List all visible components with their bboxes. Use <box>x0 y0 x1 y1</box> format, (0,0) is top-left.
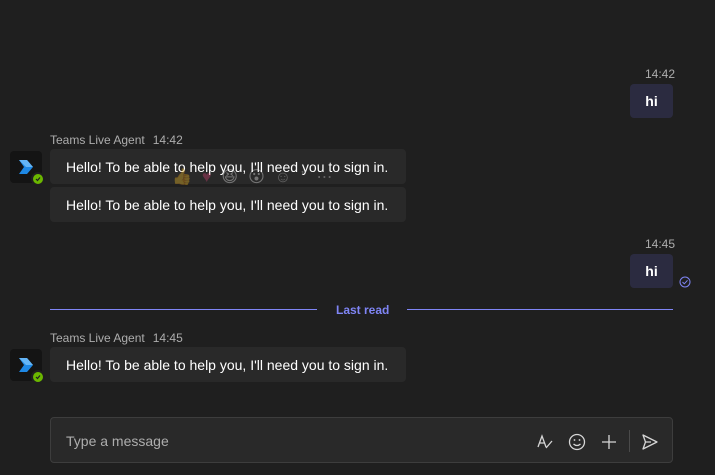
surprised-icon[interactable]: 😮 <box>248 168 265 188</box>
emoji-button[interactable] <box>567 432 587 452</box>
bot-avatar[interactable] <box>10 349 45 384</box>
add-reaction-icon[interactable]: ☺ <box>275 168 291 188</box>
presence-available-icon <box>31 172 45 186</box>
send-button[interactable] <box>640 432 660 452</box>
read-receipt-icon <box>679 275 691 293</box>
last-read-label: Last read <box>336 303 390 317</box>
plus-icon <box>602 435 616 449</box>
like-icon[interactable]: 👍 <box>172 168 192 188</box>
last-read-divider <box>407 309 673 310</box>
bot-avatar[interactable] <box>10 151 45 186</box>
format-text-icon <box>537 434 553 449</box>
message-timestamp: 14:42 <box>645 67 676 81</box>
message-timestamp: 14:45 <box>152 331 183 345</box>
heart-icon[interactable]: ♥ <box>202 168 212 188</box>
outgoing-message-bubble[interactable]: hi <box>630 254 673 288</box>
send-icon <box>642 434 658 450</box>
sender-name: Teams Live Agent <box>50 331 145 345</box>
laugh-icon[interactable]: 😆 <box>221 168 238 188</box>
format-button[interactable] <box>535 432 555 452</box>
last-read-divider <box>50 309 317 310</box>
message-timestamp: 14:45 <box>645 237 676 251</box>
message-sender-meta: Teams Live Agent 14:45 <box>50 331 183 345</box>
quote-icon[interactable]: ” <box>301 168 306 188</box>
incoming-message-bubble[interactable]: Hello! To be able to help you, I'll need… <box>50 187 406 222</box>
attach-button[interactable] <box>599 432 619 452</box>
message-sender-meta: Teams Live Agent 14:42 <box>50 133 183 147</box>
sender-name: Teams Live Agent <box>50 133 145 147</box>
incoming-message-bubble[interactable]: Hello! To be able to help you, I'll need… <box>50 347 406 382</box>
message-composer <box>50 417 673 463</box>
message-input[interactable] <box>64 431 508 451</box>
message-timestamp: 14:42 <box>152 133 183 147</box>
outgoing-message-bubble[interactable]: hi <box>630 84 673 118</box>
composer-divider <box>629 430 630 452</box>
reaction-bar: 👍 ♥ 😆 😮 ☺ ” ⋯ <box>172 168 332 188</box>
presence-available-icon <box>31 370 45 384</box>
emoji-icon <box>568 433 586 451</box>
more-options-icon[interactable]: ⋯ <box>316 168 332 188</box>
